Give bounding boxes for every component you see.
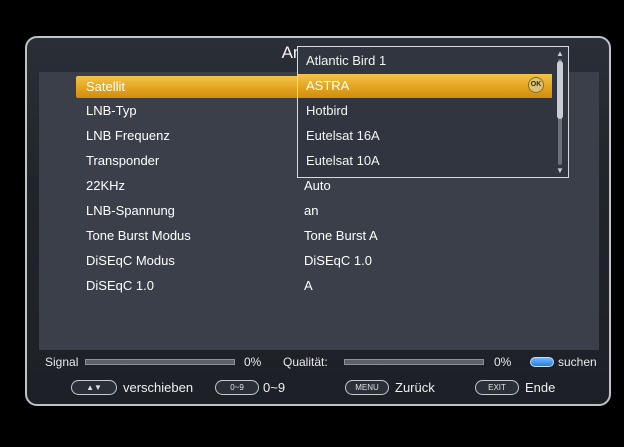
dropdown-item[interactable]: Eutelsat 10A (298, 149, 552, 173)
signal-value: 0% (244, 355, 262, 369)
signal-level-bar (85, 359, 235, 365)
row-lnb-spannung[interactable]: LNB-Spannung an (76, 200, 567, 222)
row-tone-burst-modus[interactable]: Tone Burst Modus Tone Burst A (76, 225, 567, 247)
dropdown-item[interactable]: Hotbird (298, 99, 552, 123)
row-22khz[interactable]: 22KHz Auto (76, 175, 567, 197)
antenna-settings-panel: Antennen Satellit LNB-Typ LNB Frequenz T… (25, 36, 611, 406)
row-value: Tone Burst A (304, 228, 378, 243)
signal-label: Signal (45, 355, 79, 369)
row-value: A (304, 278, 313, 293)
key-hints-footer: ▲▼ verschieben 0~9 0~9 MENU Zurück EXIT … (39, 376, 599, 400)
row-value: Auto (304, 178, 331, 193)
dropdown-item-label: ASTRA (306, 78, 350, 93)
end-label: Ende (525, 380, 556, 395)
satellite-dropdown[interactable]: Atlantic Bird 1 ASTRA OK Hotbird Eutelsa… (297, 46, 569, 178)
back-label: Zurück (395, 380, 435, 395)
dropdown-item[interactable]: Atlantic Bird 1 (298, 49, 552, 73)
menu-key-icon[interactable]: MENU (345, 380, 389, 395)
row-label: DiSEqC 1.0 (86, 278, 154, 293)
row-label: LNB-Spannung (86, 203, 175, 218)
scrollbar-thumb[interactable] (557, 61, 563, 119)
row-label: Satellit (86, 79, 126, 94)
row-label: Tone Burst Modus (86, 228, 191, 243)
row-label: 22KHz (86, 178, 126, 193)
scroll-up-icon[interactable]: ▲ (555, 49, 565, 58)
row-label: DiSEqC Modus (86, 253, 175, 268)
dropdown-item[interactable]: Eutelsat 16A (298, 124, 552, 148)
digits-label: 0~9 (263, 380, 286, 395)
dropdown-scrollbar[interactable]: ▲ ▼ (555, 49, 565, 175)
move-label: verschieben (123, 380, 194, 395)
search-label: suchen (558, 355, 597, 369)
row-label: Transponder (86, 153, 160, 168)
row-diseqc-modus[interactable]: DiSEqC Modus DiSEqC 1.0 (76, 250, 567, 272)
signal-status-bar: Signal 0% Qualität: 0% suchen (39, 352, 599, 372)
blue-button-icon[interactable] (530, 357, 554, 367)
quality-level-bar (344, 359, 484, 365)
row-label: LNB-Typ (86, 103, 137, 118)
quality-value: 0% (494, 355, 512, 369)
up-down-key-icon[interactable]: ▲▼ (71, 380, 117, 395)
row-label: LNB Frequenz (86, 128, 170, 143)
row-value: DiSEqC 1.0 (304, 253, 372, 268)
digits-key-icon[interactable]: 0~9 (215, 380, 259, 395)
dropdown-item-selected[interactable]: ASTRA OK (298, 74, 552, 98)
scroll-down-icon[interactable]: ▼ (555, 166, 565, 175)
row-value: an (304, 203, 319, 218)
exit-key-icon[interactable]: EXIT (475, 380, 519, 395)
row-diseqc-1-0[interactable]: DiSEqC 1.0 A (76, 275, 567, 297)
quality-label: Qualität: (283, 355, 328, 369)
ok-icon: OK (528, 77, 544, 93)
